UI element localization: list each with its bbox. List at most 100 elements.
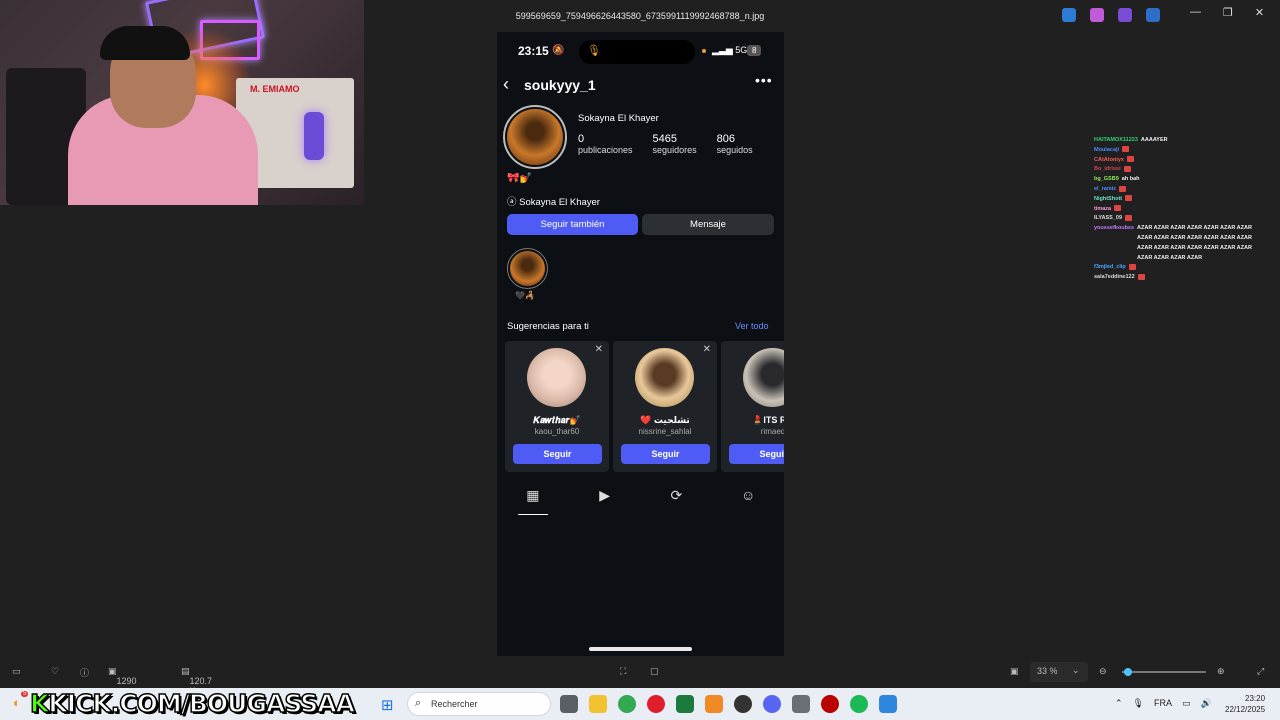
chat-emote-icon (1122, 146, 1130, 153)
chat-username[interactable]: Moulacaji (1094, 146, 1119, 156)
chat-username[interactable]: youssefkoubss (1094, 224, 1134, 263)
chrome-icon[interactable] (618, 695, 636, 713)
chat-emote-icon (1137, 273, 1145, 280)
windows-start-icon[interactable]: ⊞ (381, 696, 394, 714)
reels-tab-icon[interactable]: ▶ (569, 487, 641, 511)
chevron-up-icon[interactable]: ⌃ (1115, 698, 1123, 709)
clipchamp-icon[interactable] (1118, 8, 1132, 22)
signal-indicator: ▂▃▅ 5G (712, 45, 748, 55)
fit-to-window-icon[interactable]: ⛶ (620, 666, 626, 677)
taskbar-clock[interactable]: 23:20 22/12/2025 (1225, 693, 1265, 715)
search-box[interactable]: ⌕ Rechercher (407, 692, 551, 716)
microphone-tray-icon[interactable]: 🎙 (1133, 698, 1144, 709)
follow-back-button[interactable]: Seguir también (507, 214, 638, 235)
back-chevron-icon[interactable]: ‹ (503, 74, 509, 95)
phone-screenshot: 23:15 🔕 🎙 ▂▃▅ 5G 8 ‹ soukyyy_1 ••• Sokay… (497, 32, 784, 656)
zoom-in-icon[interactable]: ⊕ (1217, 666, 1225, 677)
chat-message: youssefkoubss AZAR AZAR AZAR AZAR AZAR AZ… (1094, 224, 1264, 263)
suggestion-card[interactable]: ✕ ❤️ تشلحيت nissrine_sahlal Seguir (613, 341, 717, 472)
profile-username: soukyyy_1 (524, 77, 596, 93)
chat-username[interactable]: timaza (1094, 205, 1111, 215)
suggestion-avatar[interactable] (635, 348, 694, 407)
actual-size-icon[interactable]: ▢ (650, 666, 659, 677)
microphone-icon: 🎙 (587, 45, 601, 57)
notification-count: 5 (21, 691, 29, 697)
language-indicator[interactable]: FRA (1154, 698, 1172, 709)
weather-widget-icon[interactable]: ◐ (13, 695, 21, 710)
grid-tab-icon[interactable]: ▦ (497, 487, 569, 515)
chat-username[interactable]: el_ramiz (1094, 185, 1116, 195)
suggestion-follow-button[interactable]: Seguir (729, 444, 784, 464)
dismiss-close-icon[interactable]: ✕ (703, 344, 711, 355)
chat-text: ah bah (1121, 176, 1140, 183)
slider-knob[interactable] (1124, 668, 1132, 676)
aimp-icon[interactable] (705, 695, 723, 713)
task-view-icon[interactable] (560, 695, 578, 713)
onedrive-icon[interactable] (1146, 8, 1160, 22)
chat-username[interactable]: HAITAMOX11223 (1094, 136, 1138, 146)
reposts-tab-icon[interactable]: ⟳ (641, 487, 713, 511)
threads-link[interactable]: ⓐ Sokayna El Khayer (507, 194, 600, 208)
see-all-link[interactable]: Ver todo (735, 321, 769, 331)
discord-icon[interactable] (763, 695, 781, 713)
chat-text (1119, 185, 1127, 195)
chat-username[interactable]: bg_GSB9 (1094, 175, 1119, 185)
copilot-icon[interactable] (1090, 8, 1104, 22)
file-size: ▤ 120.7 Ko (181, 666, 212, 696)
close-button[interactable]: ✕ (1255, 6, 1264, 19)
message-button[interactable]: Mensaje (642, 214, 774, 235)
tagged-tab-icon[interactable]: ☺ (712, 487, 784, 511)
more-options-icon[interactable]: ••• (755, 72, 773, 88)
capture-icon[interactable] (792, 695, 810, 713)
chat-username[interactable]: ILYASS_09 (1094, 214, 1122, 224)
photos-icon[interactable] (879, 695, 897, 713)
chat-username[interactable]: f3mjled_clip (1094, 263, 1126, 273)
zoom-out-icon[interactable]: ⊖ (1099, 666, 1107, 677)
chat-username[interactable]: Bo_idrissi (1094, 165, 1121, 175)
edit-icon[interactable] (1062, 8, 1076, 22)
chat-message: f3mjled_clip (1094, 263, 1264, 273)
threads-name: Sokayna El Khayer (519, 197, 600, 208)
spotify-icon[interactable] (850, 695, 868, 713)
suggestion-avatar[interactable] (527, 348, 586, 407)
chat-emote-icon (1126, 156, 1134, 163)
stat-following[interactable]: 806 seguidos (717, 133, 753, 155)
stat-label: seguidos (716, 145, 753, 155)
chat-username[interactable]: sala7eddine122 (1094, 273, 1135, 283)
opera-icon[interactable] (647, 695, 665, 713)
stat-followers[interactable]: 5465 seguidores (653, 133, 697, 155)
suggestion-avatar[interactable] (743, 348, 784, 407)
zoom-slider[interactable] (1122, 668, 1206, 676)
profile-avatar[interactable] (503, 105, 567, 169)
chat-username[interactable]: CAtAtoniyx (1094, 156, 1124, 166)
story-highlight[interactable] (507, 248, 548, 289)
minimize-button[interactable]: — (1190, 6, 1201, 19)
screen-fit-icon[interactable]: ▣ (1010, 666, 1019, 677)
dismiss-close-icon[interactable]: ✕ (595, 344, 603, 355)
suggestion-card[interactable]: ✕ 𝑲𝒂𝒘𝒕𝒉𝒂𝒓💅 kaou_thar60 Seguir (505, 341, 609, 472)
network-icon[interactable]: ▭ (1182, 698, 1191, 709)
obs-icon[interactable] (734, 695, 752, 713)
filmstrip-icon[interactable]: ▭ (12, 666, 21, 677)
favorite-heart-icon[interactable]: ♡ (51, 666, 59, 677)
chat-message: Moulacaji (1094, 146, 1264, 156)
suggestion-follow-button[interactable]: Seguir (513, 444, 602, 464)
kick-channel-banner: KKICK.COM/BOUGASSAA (29, 688, 356, 719)
fullscreen-icon[interactable]: ⤢ (1257, 666, 1264, 677)
zoom-dropdown[interactable]: 33 % ⌄ (1030, 662, 1088, 682)
file-explorer-icon[interactable] (589, 695, 607, 713)
suggestion-follow-button[interactable]: Seguir (621, 444, 710, 464)
maximize-button[interactable]: ❐ (1223, 6, 1233, 19)
record-app-icon[interactable] (821, 695, 839, 713)
channel-url: KICK.COM/BOUGASSAA (48, 688, 356, 719)
chat-username[interactable]: NightShott (1094, 195, 1122, 205)
search-placeholder: Rechercher (431, 699, 478, 709)
gamebar-icon[interactable] (676, 695, 694, 713)
suggestion-card[interactable]: 💄ITS RIII rimaed Seguir (721, 341, 784, 472)
chat-emote-icon (1128, 263, 1136, 270)
profile-actions: Seguir también Mensaje (507, 214, 774, 235)
stat-label: seguidores (652, 145, 697, 155)
taskbar: ◐ 5 KKICK.COM/BOUGASSAA ⊞ ⌕ Rechercher ⌃… (0, 688, 1280, 720)
info-icon[interactable]: ⓘ (80, 666, 89, 679)
volume-icon[interactable]: 🔊 (1201, 698, 1212, 709)
